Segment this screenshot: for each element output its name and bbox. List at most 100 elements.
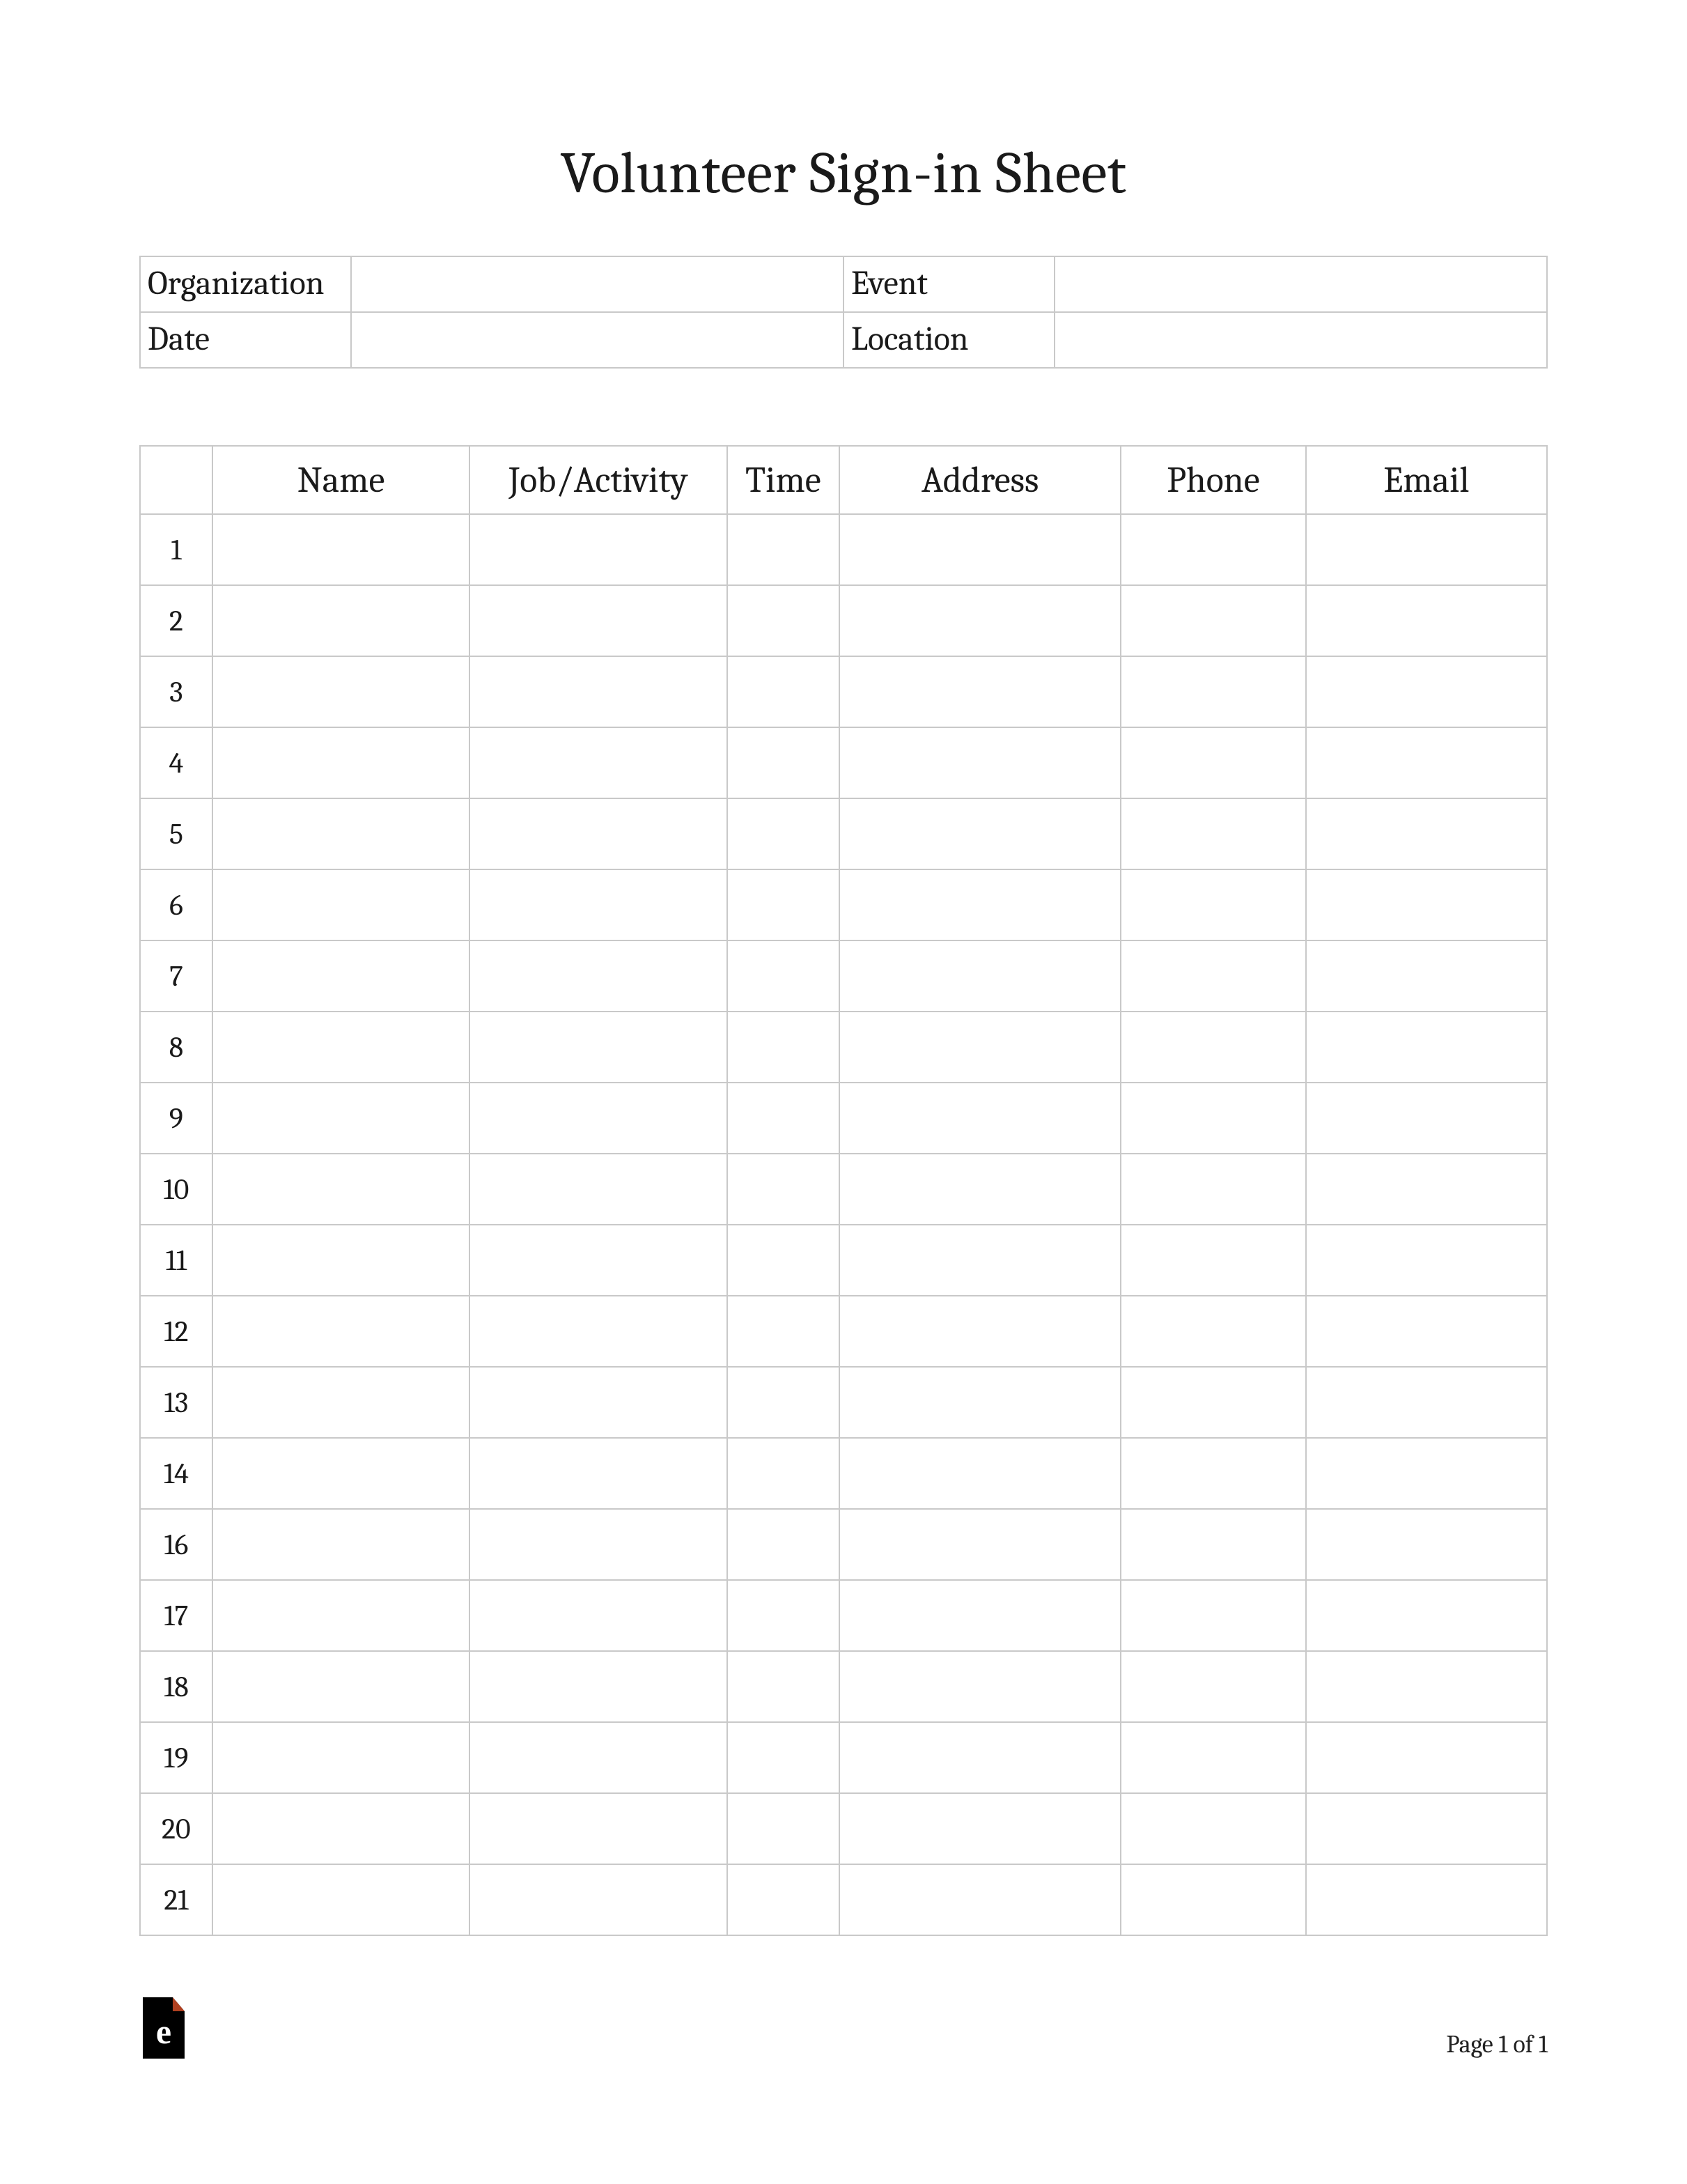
- cell-address[interactable]: [839, 1083, 1121, 1154]
- cell-time[interactable]: [727, 869, 840, 940]
- cell-job[interactable]: [469, 1580, 726, 1651]
- cell-address[interactable]: [839, 1154, 1121, 1225]
- cell-address[interactable]: [839, 798, 1121, 869]
- cell-email[interactable]: [1306, 869, 1547, 940]
- cell-time[interactable]: [727, 1509, 840, 1580]
- cell-name[interactable]: [212, 940, 469, 1012]
- cell-email[interactable]: [1306, 1225, 1547, 1296]
- cell-address[interactable]: [839, 727, 1121, 798]
- cell-address[interactable]: [839, 1225, 1121, 1296]
- cell-time[interactable]: [727, 798, 840, 869]
- cell-email[interactable]: [1306, 1367, 1547, 1438]
- cell-phone[interactable]: [1121, 1012, 1305, 1083]
- cell-phone[interactable]: [1121, 1722, 1305, 1793]
- cell-name[interactable]: [212, 1509, 469, 1580]
- cell-name[interactable]: [212, 1225, 469, 1296]
- cell-job[interactable]: [469, 1367, 726, 1438]
- cell-phone[interactable]: [1121, 1651, 1305, 1722]
- cell-name[interactable]: [212, 585, 469, 656]
- cell-time[interactable]: [727, 514, 840, 585]
- cell-phone[interactable]: [1121, 1509, 1305, 1580]
- cell-email[interactable]: [1306, 1793, 1547, 1864]
- cell-job[interactable]: [469, 514, 726, 585]
- cell-phone[interactable]: [1121, 727, 1305, 798]
- cell-job[interactable]: [469, 727, 726, 798]
- cell-time[interactable]: [727, 1083, 840, 1154]
- cell-job[interactable]: [469, 1225, 726, 1296]
- cell-email[interactable]: [1306, 1083, 1547, 1154]
- cell-address[interactable]: [839, 1793, 1121, 1864]
- cell-name[interactable]: [212, 1296, 469, 1367]
- cell-address[interactable]: [839, 1864, 1121, 1935]
- cell-email[interactable]: [1306, 656, 1547, 727]
- cell-phone[interactable]: [1121, 1296, 1305, 1367]
- cell-phone[interactable]: [1121, 585, 1305, 656]
- cell-email[interactable]: [1306, 1296, 1547, 1367]
- cell-time[interactable]: [727, 1012, 840, 1083]
- cell-job[interactable]: [469, 1083, 726, 1154]
- cell-job[interactable]: [469, 585, 726, 656]
- cell-name[interactable]: [212, 514, 469, 585]
- cell-job[interactable]: [469, 1864, 726, 1935]
- cell-phone[interactable]: [1121, 656, 1305, 727]
- cell-name[interactable]: [212, 1793, 469, 1864]
- cell-job[interactable]: [469, 869, 726, 940]
- cell-name[interactable]: [212, 727, 469, 798]
- cell-name[interactable]: [212, 869, 469, 940]
- cell-job[interactable]: [469, 1793, 726, 1864]
- cell-email[interactable]: [1306, 940, 1547, 1012]
- cell-time[interactable]: [727, 1864, 840, 1935]
- cell-address[interactable]: [839, 869, 1121, 940]
- cell-job[interactable]: [469, 1651, 726, 1722]
- cell-phone[interactable]: [1121, 1154, 1305, 1225]
- cell-name[interactable]: [212, 1438, 469, 1509]
- cell-time[interactable]: [727, 656, 840, 727]
- cell-job[interactable]: [469, 1296, 726, 1367]
- cell-time[interactable]: [727, 1580, 840, 1651]
- cell-phone[interactable]: [1121, 1225, 1305, 1296]
- cell-email[interactable]: [1306, 1509, 1547, 1580]
- cell-email[interactable]: [1306, 1722, 1547, 1793]
- cell-phone[interactable]: [1121, 1438, 1305, 1509]
- cell-address[interactable]: [839, 1580, 1121, 1651]
- cell-address[interactable]: [839, 940, 1121, 1012]
- cell-job[interactable]: [469, 940, 726, 1012]
- cell-email[interactable]: [1306, 585, 1547, 656]
- event-value[interactable]: [1055, 256, 1547, 312]
- cell-email[interactable]: [1306, 1580, 1547, 1651]
- cell-address[interactable]: [839, 1012, 1121, 1083]
- cell-job[interactable]: [469, 1154, 726, 1225]
- cell-phone[interactable]: [1121, 514, 1305, 585]
- cell-name[interactable]: [212, 1012, 469, 1083]
- cell-name[interactable]: [212, 1864, 469, 1935]
- cell-name[interactable]: [212, 1154, 469, 1225]
- cell-address[interactable]: [839, 1367, 1121, 1438]
- date-value[interactable]: [351, 312, 844, 368]
- cell-name[interactable]: [212, 1083, 469, 1154]
- cell-time[interactable]: [727, 1722, 840, 1793]
- cell-name[interactable]: [212, 798, 469, 869]
- cell-job[interactable]: [469, 656, 726, 727]
- cell-address[interactable]: [839, 585, 1121, 656]
- cell-email[interactable]: [1306, 1154, 1547, 1225]
- cell-job[interactable]: [469, 798, 726, 869]
- cell-time[interactable]: [727, 1793, 840, 1864]
- cell-phone[interactable]: [1121, 798, 1305, 869]
- cell-time[interactable]: [727, 1651, 840, 1722]
- cell-address[interactable]: [839, 656, 1121, 727]
- cell-name[interactable]: [212, 656, 469, 727]
- cell-phone[interactable]: [1121, 1083, 1305, 1154]
- cell-address[interactable]: [839, 514, 1121, 585]
- cell-email[interactable]: [1306, 514, 1547, 585]
- cell-address[interactable]: [839, 1296, 1121, 1367]
- cell-address[interactable]: [839, 1438, 1121, 1509]
- cell-name[interactable]: [212, 1651, 469, 1722]
- cell-address[interactable]: [839, 1722, 1121, 1793]
- cell-time[interactable]: [727, 1367, 840, 1438]
- cell-name[interactable]: [212, 1580, 469, 1651]
- cell-email[interactable]: [1306, 1864, 1547, 1935]
- organization-value[interactable]: [351, 256, 844, 312]
- cell-time[interactable]: [727, 940, 840, 1012]
- cell-job[interactable]: [469, 1509, 726, 1580]
- cell-job[interactable]: [469, 1722, 726, 1793]
